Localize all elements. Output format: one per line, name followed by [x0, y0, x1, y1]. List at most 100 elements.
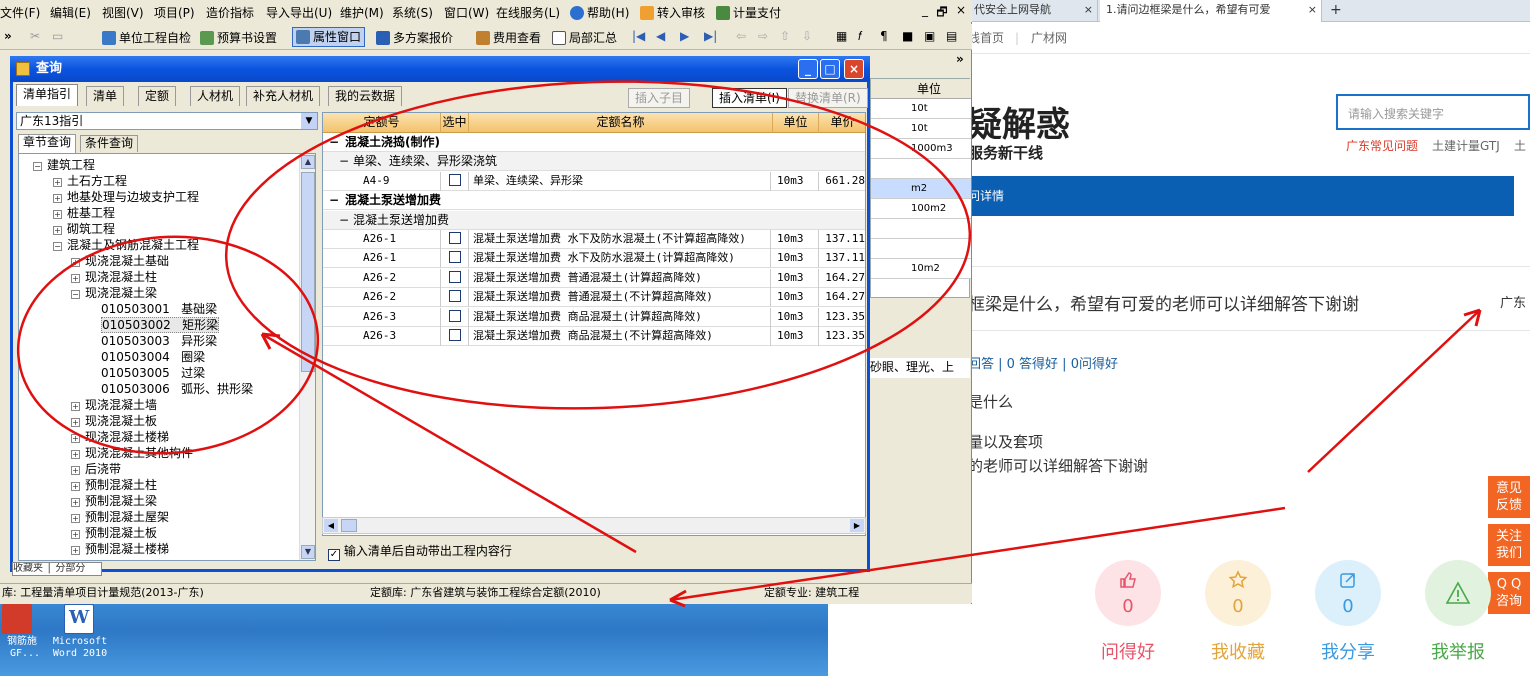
- tree-node[interactable]: 010503006 弧形、拱形梁: [101, 381, 253, 397]
- close-button[interactable]: ×: [844, 59, 864, 79]
- table-row[interactable]: − 单梁、连续梁、异形梁浇筑: [323, 152, 865, 172]
- collapse-icon[interactable]: −: [339, 211, 349, 229]
- tree-node[interactable]: − 混凝土及钢筋混凝土工程: [53, 237, 199, 253]
- tab-cloud-data[interactable]: 我的云数据: [328, 86, 403, 106]
- tree-node[interactable]: + 现浇混凝土其他构件: [71, 445, 193, 461]
- tree-node[interactable]: 010503004 圈梁: [101, 349, 205, 365]
- select-checkbox[interactable]: [448, 270, 461, 283]
- toolbar-overflow-icon[interactable]: »: [4, 29, 12, 43]
- expand-icon[interactable]: +: [71, 514, 80, 523]
- browser-tab-nav[interactable]: 代安全上网导航 ×: [968, 0, 1098, 22]
- expand-icon[interactable]: +: [71, 546, 80, 555]
- tree-node[interactable]: + 预制混凝土柱: [71, 477, 157, 493]
- collapse-icon[interactable]: −: [329, 133, 339, 151]
- insert-bill-button[interactable]: 插入清单(I): [712, 88, 787, 108]
- table-row[interactable]: − 混凝土浇捣(制作): [323, 133, 865, 152]
- expand-icon[interactable]: +: [71, 402, 80, 411]
- grid-header-3[interactable]: 单位: [773, 113, 819, 133]
- behind-overflow-icon[interactable]: »: [870, 52, 970, 72]
- insert-sub-item-button[interactable]: 插入子目: [628, 88, 691, 108]
- tree-node[interactable]: + 桩基工程: [53, 205, 115, 221]
- tree-node[interactable]: 010503003 异形梁: [101, 333, 217, 349]
- tree-node[interactable]: 010503002 矩形梁: [101, 317, 220, 333]
- last-icon[interactable]: ▶|: [704, 29, 717, 43]
- tree-node[interactable]: − 建筑工程: [33, 157, 95, 173]
- expand-icon[interactable]: +: [71, 434, 80, 443]
- scroll-thumb[interactable]: [301, 172, 315, 372]
- action-like[interactable]: 0 问得好: [1093, 560, 1163, 664]
- expand-icon[interactable]: +: [71, 498, 80, 507]
- calculator-icon[interactable]: ▦: [836, 29, 847, 43]
- scroll-down-icon[interactable]: ▼: [301, 545, 315, 559]
- menu-item-3[interactable]: 项目(P): [154, 4, 195, 21]
- toolbar-button-2[interactable]: 属性窗口: [292, 27, 366, 47]
- tab-quota[interactable]: 定额: [138, 86, 177, 106]
- maximize-button[interactable]: □: [820, 59, 840, 79]
- toolbar-button-3[interactable]: 多方案报价: [376, 29, 453, 46]
- action-favorite[interactable]: 0 我收藏: [1203, 560, 1273, 664]
- expand-icon[interactable]: +: [71, 466, 80, 475]
- expand-icon[interactable]: +: [53, 178, 62, 187]
- auto-content-checkbox-row[interactable]: ✓ 输入清单后自动带出工程内容行: [328, 542, 512, 561]
- select-checkbox[interactable]: [448, 173, 461, 186]
- grid-header-4[interactable]: 单价: [819, 113, 865, 133]
- next-icon[interactable]: ▶: [680, 29, 689, 43]
- scroll-right-icon[interactable]: ▶: [850, 519, 864, 532]
- expand-icon[interactable]: +: [71, 450, 80, 459]
- rebar-app-icon[interactable]: [2, 604, 32, 634]
- toolbar-button-1[interactable]: 预算书设置: [200, 29, 277, 46]
- search-input[interactable]: 请输入搜索关键字: [1336, 94, 1530, 130]
- paragraph-icon[interactable]: ¶: [880, 29, 888, 43]
- menu-item-0[interactable]: 文件(F): [0, 4, 40, 21]
- close-button[interactable]: ×: [956, 3, 966, 24]
- guide-library-select[interactable]: 广东13指引 ▼: [16, 112, 318, 130]
- tree-node[interactable]: + 预制混凝土梁: [71, 493, 157, 509]
- grid-header-1[interactable]: 选中: [441, 113, 469, 133]
- prev-icon[interactable]: ◀: [656, 29, 665, 43]
- menu-item-8[interactable]: 窗口(W): [444, 4, 489, 21]
- collapse-icon[interactable]: −: [53, 242, 62, 251]
- action-share[interactable]: 0 我分享: [1313, 560, 1383, 664]
- table-row[interactable]: A26-2 混凝土泵送增加费 普通混凝土(计算超高降效) 10m3 164.27: [323, 268, 865, 288]
- toolbar-button-0[interactable]: 单位工程自检: [102, 29, 191, 46]
- collapsed-tab-strip[interactable]: 收藏夹 │ 分部分: [12, 562, 102, 576]
- menu-item-6[interactable]: 维护(M): [340, 4, 384, 21]
- menu-item-1[interactable]: 编辑(E): [50, 4, 91, 21]
- expand-icon[interactable]: +: [71, 258, 80, 267]
- move-down-icon[interactable]: ⇩: [802, 29, 812, 43]
- tree-node[interactable]: + 现浇混凝土板: [71, 413, 157, 429]
- tree-node[interactable]: + 预制混凝土楼梯: [71, 541, 169, 557]
- expand-icon[interactable]: +: [71, 418, 80, 427]
- tree-node[interactable]: 010503005 过梁: [101, 365, 205, 381]
- scissors-icon[interactable]: ✂: [30, 29, 40, 43]
- toolbar-button-5[interactable]: 局部汇总: [552, 29, 617, 46]
- collapse-icon[interactable]: −: [329, 191, 339, 209]
- table-row[interactable]: A26-3 混凝土泵送增加费 商品混凝土(不计算超高降效) 10m3 123.35: [323, 327, 865, 346]
- image-icon[interactable]: ▣: [924, 29, 935, 43]
- select-checkbox[interactable]: [448, 232, 461, 244]
- hot-link-more[interactable]: 土: [1514, 137, 1526, 154]
- select-checkbox[interactable]: [448, 290, 461, 303]
- expand-icon[interactable]: +: [53, 210, 62, 219]
- menu-item-12[interactable]: 计量支付: [716, 4, 781, 21]
- expand-icon[interactable]: +: [71, 530, 80, 539]
- tree-node[interactable]: + 现浇混凝土柱: [71, 269, 157, 285]
- expand-icon[interactable]: +: [53, 226, 62, 235]
- qq-consult-button[interactable]: Q Q 咨询: [1488, 572, 1530, 614]
- tree-node[interactable]: + 现浇混凝土楼梯: [71, 429, 169, 445]
- tree-node[interactable]: + 预制混凝土板: [71, 525, 157, 541]
- menu-item-4[interactable]: 造价指标: [206, 4, 254, 21]
- tree-node[interactable]: + 砌筑工程: [53, 221, 115, 237]
- close-icon[interactable]: ×: [1308, 0, 1317, 20]
- collapse-icon[interactable]: −: [339, 152, 349, 170]
- tree-scrollbar[interactable]: ▲ ▼: [299, 154, 315, 560]
- menu-item-5[interactable]: 导入导出(U): [266, 4, 332, 21]
- action-report[interactable]: 我举报: [1423, 560, 1493, 664]
- browser-tab-active[interactable]: 1.请问边框梁是什么，希望有可爱 ×: [1100, 0, 1322, 22]
- table-row[interactable]: A26-3 混凝土泵送增加费 商品混凝土(计算超高降效) 10m3 123.35: [323, 307, 865, 327]
- minimize-button[interactable]: _: [798, 59, 818, 79]
- paste-icon[interactable]: ▭: [52, 29, 63, 43]
- hot-link-guangdong[interactable]: 广东常见问题: [1346, 137, 1418, 154]
- tree-node[interactable]: + 土石方工程: [53, 173, 127, 189]
- close-icon[interactable]: ×: [1084, 0, 1093, 20]
